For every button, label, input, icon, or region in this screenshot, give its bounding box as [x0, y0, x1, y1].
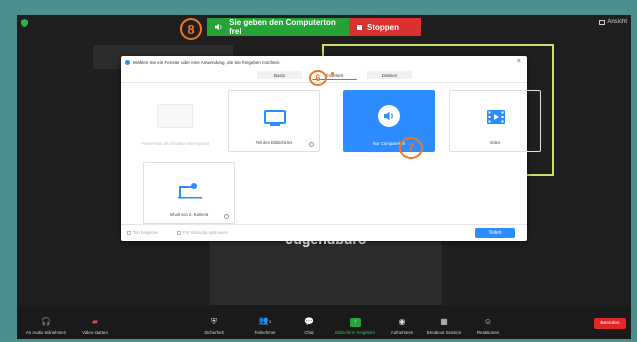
speaker-icon	[378, 105, 400, 127]
breakout-session-button[interactable]: ▦ Breakout Session	[421, 317, 467, 335]
grid-icon	[599, 19, 606, 25]
share-screen-icon: ↑	[349, 318, 361, 327]
record-icon: ◉	[398, 317, 406, 326]
annotation-step-8: 8	[180, 18, 202, 40]
participants-icon: 👥3	[258, 316, 272, 325]
shield-icon: ⛨	[211, 317, 217, 326]
stop-icon	[357, 24, 362, 30]
meeting-toolbar: 🎧 An Audio teilnehmen ▰ Video starten ⛨ …	[17, 305, 631, 339]
option-video[interactable]: Video	[449, 90, 541, 152]
participants-button[interactable]: 👥3 Teilnehmer	[245, 316, 285, 335]
share-screen-button[interactable]: ↑ Bildschirm freigeben	[329, 318, 381, 335]
checkbox[interactable]	[177, 230, 181, 235]
powerpoint-icon	[157, 104, 193, 128]
chat-icon: 💬	[304, 317, 314, 326]
help-icon[interactable]	[309, 142, 314, 147]
share-button[interactable]: Teilen	[475, 228, 515, 238]
breakout-icon: ▦	[440, 317, 448, 326]
speaker-icon	[215, 23, 222, 31]
share-status: Sie geben den Computerton frei	[207, 18, 349, 36]
view-label: Ansicht	[607, 19, 627, 25]
stop-share-button[interactable]: Stoppen	[349, 18, 421, 36]
camera-icon	[172, 177, 208, 201]
option-second-camera[interactable]: Inhalt von 2. Kamera	[143, 162, 235, 224]
reactions-icon: ☺	[483, 317, 493, 326]
zoom-meeting-window: Ansicht Jugendbüro Sie geben den Compute…	[17, 15, 631, 339]
option-portion-of-screen[interactable]: Teil des Bildschirms	[228, 90, 320, 152]
start-video-button[interactable]: ▰ Video starten	[75, 317, 115, 335]
help-icon[interactable]	[224, 214, 229, 219]
dialog-footer: Ton freigeben Für Videoclip optimieren T…	[121, 224, 527, 241]
close-icon[interactable]: ×	[517, 58, 521, 65]
tab-dateien[interactable]: Dateien	[367, 71, 412, 79]
dialog-title: Wählen Sie ein Fenster oder eine Anwendu…	[133, 60, 281, 65]
join-audio-button[interactable]: 🎧 An Audio teilnehmen	[19, 317, 73, 335]
chat-button[interactable]: 💬 Chat	[299, 317, 319, 335]
reactions-button[interactable]: ☺ Reaktionen	[471, 317, 505, 335]
shield-icon[interactable]	[21, 19, 28, 27]
record-button[interactable]: ◉ Aufnehmen	[385, 317, 419, 335]
tab-basis[interactable]: Basis	[257, 71, 302, 79]
headphones-icon: 🎧	[41, 317, 51, 326]
checkbox[interactable]	[127, 230, 131, 235]
annotation-step-6: 6	[309, 70, 327, 86]
share-sound-checkbox[interactable]: Ton freigeben	[127, 230, 158, 235]
film-icon	[478, 105, 514, 129]
zoom-logo-icon	[125, 60, 130, 65]
security-button[interactable]: ⛨ Sicherheit	[197, 317, 231, 335]
dialog-tabs: Basis Erweitert Dateien	[257, 71, 412, 80]
view-button[interactable]: Ansicht	[599, 19, 627, 25]
option-powerpoint-background: PowerPoint als virtueller Hintergrund	[129, 90, 221, 152]
annotation-step-7: 7	[399, 137, 423, 159]
video-off-icon: ▰	[91, 317, 99, 326]
annotation-dot	[331, 72, 334, 75]
end-meeting-button[interactable]: Beenden	[594, 318, 626, 329]
screen-portion-icon	[257, 105, 293, 129]
share-status-bar: Sie geben den Computerton frei Stoppen	[207, 18, 421, 36]
optimize-video-checkbox[interactable]: Für Videoclip optimieren	[177, 230, 228, 235]
